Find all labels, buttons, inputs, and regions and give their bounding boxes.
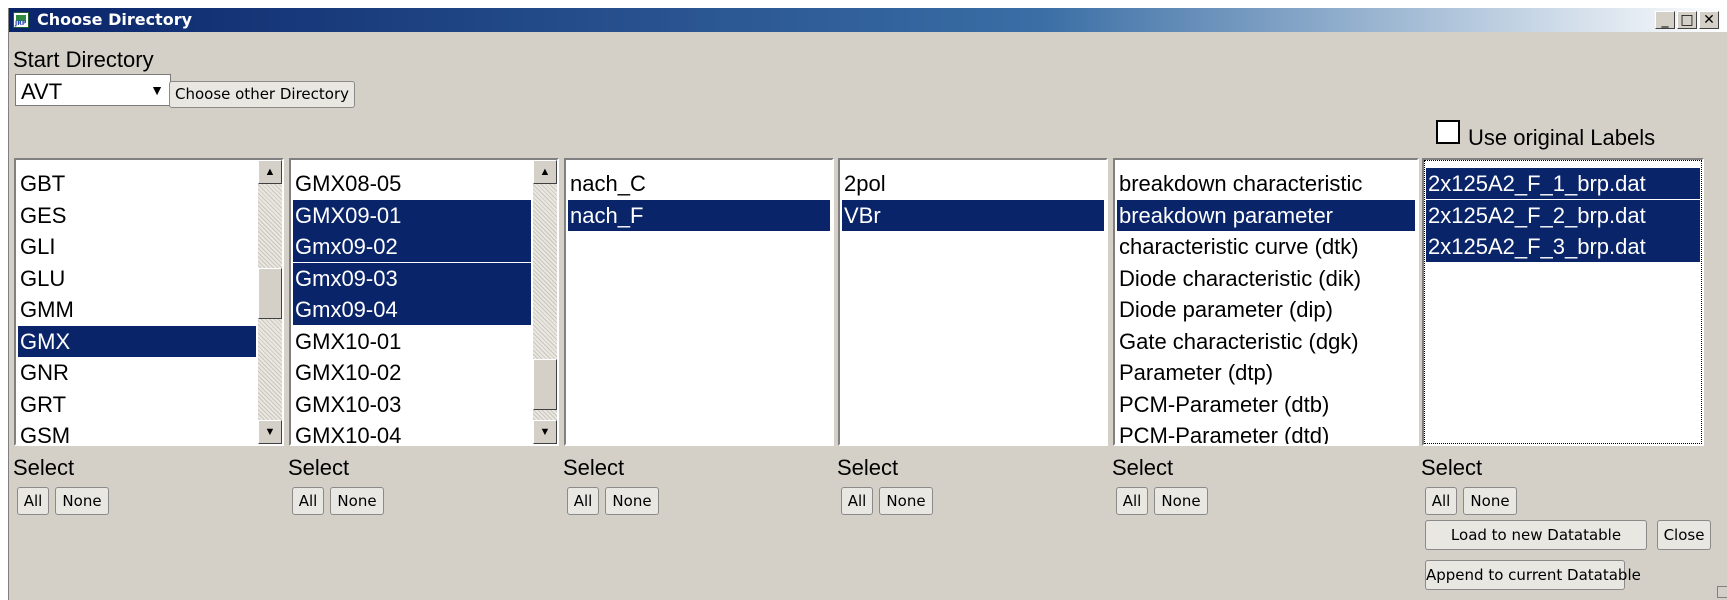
list-item[interactable]: GMX09-01 (293, 199, 531, 231)
list-item[interactable]: GSM (18, 420, 256, 444)
list-item[interactable]: GMX10-01 (293, 326, 531, 357)
listbox-5[interactable]: breakdown characteristic breakdown parame… (1113, 158, 1419, 446)
window-title: Choose Directory (37, 10, 193, 29)
maximize-button[interactable]: □ (1677, 11, 1697, 29)
select-all-button[interactable]: All (1116, 487, 1148, 515)
select-all-button[interactable]: All (567, 487, 599, 515)
list-item[interactable]: 2x125A2_F_2_brp.dat (1426, 199, 1700, 231)
scroll-down-icon[interactable]: ▼ (533, 420, 557, 444)
list-item[interactable]: GMX08-05 (293, 168, 531, 199)
vertical-scrollbar[interactable]: ▲ ▼ (533, 160, 557, 444)
start-directory-value: AVT (21, 79, 63, 104)
append-to-current-datatable-button[interactable]: Append to current Datatable (1425, 560, 1641, 590)
list-item[interactable]: GES (18, 200, 256, 231)
scroll-down-icon[interactable]: ▼ (258, 420, 282, 444)
list-item[interactable]: characteristic curve (dtk) (1117, 231, 1415, 262)
app-icon: JRP (13, 12, 29, 28)
select-none-button[interactable]: None (1463, 487, 1517, 515)
list-item[interactable]: Diode characteristic (dik) (1117, 263, 1415, 294)
vertical-scrollbar[interactable]: ▲ ▼ (258, 160, 282, 444)
list-item[interactable]: Gmx09-04 (293, 294, 531, 325)
list-item[interactable]: 2pol (842, 168, 1104, 199)
chevron-down-icon: ▼ (150, 82, 164, 98)
listbox-1[interactable]: GBT GES GLI GLU GMM GMX GNR GRT GSM ▲ ▼ (14, 158, 284, 446)
list-item[interactable]: GBT (18, 168, 256, 199)
start-directory-label: Start Directory (13, 47, 154, 72)
list-item[interactable]: Gmx09-02 (293, 231, 531, 262)
select-none-button[interactable]: None (879, 487, 933, 515)
close-button[interactable]: Close (1657, 520, 1711, 550)
scroll-up-icon[interactable]: ▲ (258, 160, 282, 184)
choose-other-directory-button[interactable]: Choose other Directory (169, 81, 355, 108)
list-item[interactable]: VBr (842, 199, 1104, 231)
select-all-button[interactable]: All (841, 487, 873, 515)
listbox-3[interactable]: nach_C nach_F (564, 158, 834, 446)
listbox-4[interactable]: 2pol VBr (838, 158, 1108, 446)
list-item[interactable]: nach_C (568, 168, 830, 199)
select-none-button[interactable]: None (1154, 487, 1208, 515)
close-window-button[interactable]: ✕ (1699, 11, 1719, 29)
select-none-button[interactable]: None (330, 487, 384, 515)
list-item[interactable]: 2x125A2_F_1_brp.dat (1426, 168, 1700, 199)
use-original-labels-checkbox[interactable] (1436, 120, 1460, 144)
select-all-button[interactable]: All (292, 487, 324, 515)
list-item[interactable]: Diode parameter (dip) (1117, 294, 1415, 325)
title-bar[interactable]: JRP Choose Directory _ □ ✕ (9, 8, 1727, 32)
select-label: Select (1421, 455, 1483, 480)
start-directory-select[interactable]: AVT ▼ (15, 74, 171, 106)
list-item[interactable]: PCM-Parameter (dtb) (1117, 389, 1415, 420)
minimize-button[interactable]: _ (1655, 11, 1675, 29)
list-item[interactable]: GLI (18, 231, 256, 262)
select-label: Select (13, 455, 75, 480)
resize-grip-icon[interactable] (1717, 586, 1727, 598)
listbox-2[interactable]: GMX08-05 GMX09-01 Gmx09-02 Gmx09-03 Gmx09-04… (289, 158, 559, 446)
list-item[interactable]: breakdown parameter (1117, 199, 1415, 231)
scrollbar-thumb[interactable] (258, 268, 282, 319)
select-none-button[interactable]: None (605, 487, 659, 515)
list-item[interactable]: GMX10-03 (293, 389, 531, 420)
scrollbar-thumb[interactable] (533, 359, 557, 410)
select-none-button[interactable]: None (55, 487, 109, 515)
list-item[interactable]: Gmx09-03 (293, 262, 531, 294)
list-item[interactable]: 2x125A2_F_3_brp.dat (1426, 231, 1700, 262)
use-original-labels-label: Use original Labels (1468, 125, 1656, 150)
select-all-button[interactable]: All (1425, 487, 1457, 515)
select-label: Select (1112, 455, 1174, 480)
select-all-button[interactable]: All (17, 487, 49, 515)
select-label: Select (563, 455, 625, 480)
list-item[interactable]: PCM-Parameter (dtd) (1117, 420, 1415, 444)
listbox-6[interactable]: 2x125A2_F_1_brp.dat 2x125A2_F_2_brp.dat 2x… (1422, 158, 1704, 446)
list-item[interactable]: GRT (18, 389, 256, 420)
list-item[interactable]: GMX10-02 (293, 357, 531, 388)
list-item[interactable]: breakdown characteristic (1117, 168, 1415, 199)
list-item[interactable]: nach_F (568, 199, 830, 231)
select-label: Select (288, 455, 350, 480)
list-item[interactable]: GLU (18, 263, 256, 294)
list-item[interactable]: Gate characteristic (dgk) (1117, 326, 1415, 357)
select-label: Select (837, 455, 899, 480)
list-item[interactable]: GMX (18, 325, 256, 357)
list-item[interactable]: GMX10-04 (293, 420, 531, 444)
list-item[interactable]: Parameter (dtp) (1117, 357, 1415, 388)
choose-directory-window: JRP Choose Directory _ □ ✕ Start Directo… (8, 8, 1727, 600)
list-item[interactable]: GMM (18, 294, 256, 325)
scroll-up-icon[interactable]: ▲ (533, 160, 557, 184)
list-item[interactable]: GNR (18, 357, 256, 388)
load-to-new-datatable-button[interactable]: Load to new Datatable (1425, 520, 1647, 550)
